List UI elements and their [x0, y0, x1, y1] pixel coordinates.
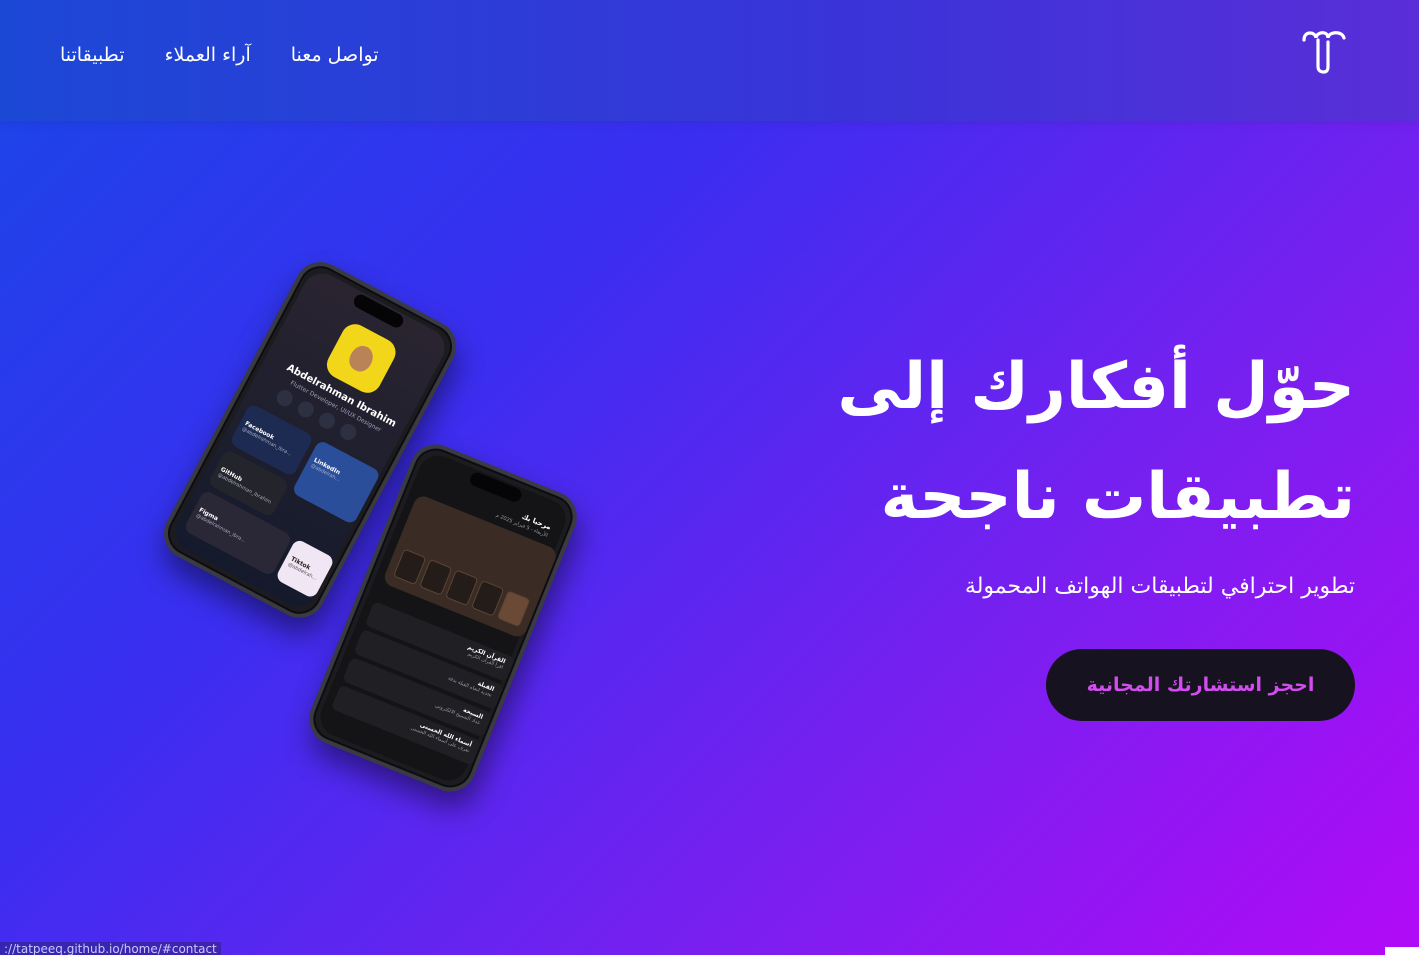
brand-t-logo-icon[interactable] — [1298, 26, 1350, 78]
hero-subtitle: تطوير احترافي لتطبيقات الهواتف المحمولة — [964, 574, 1355, 599]
play-store-icon — [316, 409, 338, 432]
nav-link-testimonials[interactable]: آراء العملاء — [165, 44, 251, 66]
prayer-cell-active — [496, 590, 531, 628]
status-bar-url: ://tatpeeq.github.io/home/#contact — [0, 942, 221, 955]
headline-line-1: حوّل أفكارك إلى — [837, 350, 1355, 424]
nav-link-contact[interactable]: تواصل معنا — [291, 44, 379, 66]
nav-link-our-apps[interactable]: تطبيقاتنا — [60, 44, 125, 66]
prayer-times-row — [393, 548, 531, 628]
phone-icon — [273, 387, 296, 410]
navbar: تطبيقاتنا آراء العملاء تواصل معنا — [0, 0, 1419, 121]
book-consultation-button[interactable]: احجز استشارتك المجانية — [1046, 649, 1355, 721]
medium-icon — [337, 421, 360, 443]
headline-line-2: تطبيقات ناجحة — [880, 460, 1355, 535]
hero-headline: حوّل أفكارك إلى تطبيقات ناجحة — [795, 332, 1355, 552]
email-icon — [295, 398, 317, 421]
corner-widget — [1385, 947, 1419, 955]
card-handle: @abdelrahman_ibra... — [194, 512, 247, 545]
nav-links: تطبيقاتنا آراء العملاء تواصل معنا — [60, 44, 379, 66]
avatar-face-icon — [345, 341, 378, 376]
